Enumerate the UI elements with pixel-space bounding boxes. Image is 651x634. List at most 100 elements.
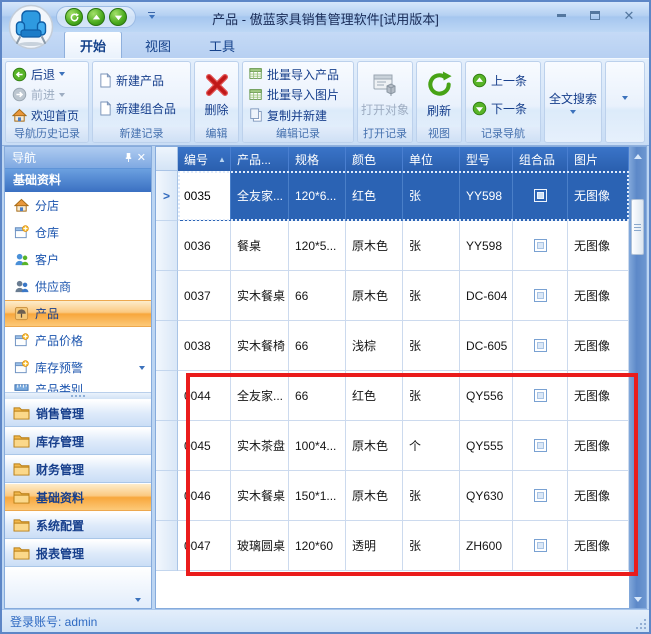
cell-combo[interactable] (513, 471, 568, 521)
sidebar-group-button[interactable]: 基础资料 (5, 483, 151, 511)
sidebar-group-button[interactable]: 财务管理 (5, 455, 151, 483)
cell-product-name[interactable]: 实木餐桌 (231, 271, 289, 321)
combo-checkbox[interactable] (534, 189, 547, 202)
title-bar[interactable]: 产品 - 傲蓝家具销售管理软件[试用版本] ✕ (2, 2, 649, 32)
sidebar-group-button[interactable]: 销售管理 (5, 399, 151, 427)
table-row[interactable]: > 0035 全友家... 120*6... 红色 张 YY598 无图像 (156, 171, 629, 221)
cell-unit[interactable]: 张 (403, 521, 460, 571)
table-row[interactable]: > 0044 全友家... 66 红色 张 QY556 无图像 (156, 371, 629, 421)
sidebar-scroll-down-icon[interactable] (139, 366, 145, 370)
cell-image[interactable]: 无图像 (568, 171, 629, 221)
cell-id[interactable]: 0036 (178, 221, 231, 271)
column-header-image[interactable]: 图片 (568, 147, 629, 171)
tab-view[interactable]: 视图 (130, 32, 186, 58)
combo-checkbox[interactable] (534, 539, 547, 552)
cell-model[interactable]: YY598 (460, 221, 513, 271)
combo-checkbox[interactable] (534, 389, 547, 402)
sidebar-item-product-prices[interactable]: 产品价格 (5, 327, 151, 354)
sidebar-splitter[interactable] (5, 392, 151, 399)
cell-model[interactable]: QY556 (460, 371, 513, 421)
scrollbar-thumb[interactable] (631, 199, 644, 255)
cell-product-name[interactable]: 实木餐椅 (231, 321, 289, 371)
cell-color[interactable]: 透明 (346, 521, 403, 571)
sidebar-group-button[interactable]: 库存管理 (5, 427, 151, 455)
sidebar-item-stock-alert[interactable]: 库存预警 (5, 354, 151, 381)
cell-product-name[interactable]: 全友家... (231, 171, 289, 221)
tab-tools[interactable]: 工具 (194, 32, 250, 58)
table-row[interactable]: > 0045 实木茶盘 100*4... 原木色 个 QY555 无图像 (156, 421, 629, 471)
cell-image[interactable]: 无图像 (568, 321, 629, 371)
batch-import-images-button[interactable]: 批量导入图片 (246, 85, 350, 104)
row-selector[interactable]: > (156, 421, 178, 471)
cell-product-name[interactable]: 实木茶盘 (231, 421, 289, 471)
cell-model[interactable]: QY630 (460, 471, 513, 521)
row-selector[interactable]: > (156, 471, 178, 521)
resize-grip[interactable] (636, 619, 646, 629)
sidebar-group-button[interactable]: 系统配置 (5, 511, 151, 539)
cell-color[interactable]: 原木色 (346, 421, 403, 471)
cell-spec[interactable]: 66 (289, 271, 346, 321)
cell-color[interactable]: 原木色 (346, 471, 403, 521)
sidebar-item-branch[interactable]: 分店 (5, 192, 151, 219)
cell-id[interactable]: 0038 (178, 321, 231, 371)
close-button[interactable]: ✕ (617, 7, 641, 23)
cell-unit[interactable]: 张 (403, 171, 460, 221)
cell-image[interactable]: 无图像 (568, 471, 629, 521)
cell-spec[interactable]: 150*1... (289, 471, 346, 521)
grid-corner-cell[interactable] (156, 147, 178, 171)
previous-record-button[interactable]: 上一条 (469, 71, 537, 90)
column-header-combo[interactable]: 组合品 (513, 147, 568, 171)
fulltext-search-dropdown-icon[interactable] (570, 110, 576, 114)
maximize-button[interactable] (583, 7, 607, 23)
cell-unit[interactable]: 张 (403, 271, 460, 321)
cell-id[interactable]: 0046 (178, 471, 231, 521)
cell-unit[interactable]: 张 (403, 321, 460, 371)
sidebar-close-icon[interactable]: ✕ (137, 151, 146, 164)
app-logo-armchair-icon[interactable] (8, 4, 54, 50)
cell-unit[interactable]: 张 (403, 221, 460, 271)
cell-color[interactable]: 红色 (346, 371, 403, 421)
delete-button[interactable]: 删除 (199, 70, 235, 120)
row-selector[interactable]: > (156, 271, 178, 321)
sidebar-item-customers[interactable]: 客户 (5, 246, 151, 273)
fulltext-search-button[interactable]: 全文搜索 (544, 88, 602, 116)
new-product-button[interactable]: 新建产品 (96, 71, 187, 90)
cell-image[interactable]: 无图像 (568, 371, 629, 421)
column-header-model[interactable]: 型号 (460, 147, 513, 171)
welcome-home-button[interactable]: 欢迎首页 (9, 106, 85, 125)
cell-unit[interactable]: 张 (403, 371, 460, 421)
cell-color[interactable]: 原木色 (346, 221, 403, 271)
cell-image[interactable]: 无图像 (568, 521, 629, 571)
cell-model[interactable]: QY555 (460, 421, 513, 471)
cell-combo[interactable] (513, 271, 568, 321)
cell-unit[interactable]: 张 (403, 471, 460, 521)
vertical-scrollbar[interactable] (629, 147, 646, 608)
sidebar-item-product-category[interactable]: 产品类别 (5, 381, 151, 392)
row-selector[interactable]: > (156, 521, 178, 571)
next-record-button[interactable]: 下一条 (469, 99, 537, 118)
cell-combo[interactable] (513, 371, 568, 421)
column-header-id[interactable]: 编号 ▲ (178, 147, 231, 171)
cell-image[interactable]: 无图像 (568, 421, 629, 471)
new-combo-button[interactable]: 新建组合品 (96, 99, 187, 118)
copy-and-new-button[interactable]: 复制并新建 (246, 106, 350, 125)
cell-id[interactable]: 0045 (178, 421, 231, 471)
scroll-down-icon[interactable] (634, 592, 642, 606)
table-row[interactable]: > 0046 实木餐桌 150*1... 原木色 张 QY630 无图像 (156, 471, 629, 521)
cell-combo[interactable] (513, 421, 568, 471)
cell-spec[interactable]: 120*60 (289, 521, 346, 571)
column-header-color[interactable]: 颜色 (346, 147, 403, 171)
column-header-spec[interactable]: 规格 (289, 147, 346, 171)
combo-checkbox[interactable] (534, 439, 547, 452)
row-selector[interactable]: > (156, 371, 178, 421)
cell-product-name[interactable]: 全友家... (231, 371, 289, 421)
cell-combo[interactable] (513, 521, 568, 571)
cell-spec[interactable]: 66 (289, 371, 346, 421)
sidebar-group-button[interactable]: 报表管理 (5, 539, 151, 567)
sidebar-collapse-chevron-icon[interactable] (135, 598, 141, 602)
forward-button[interactable]: 前进 (9, 85, 85, 104)
cell-model[interactable]: DC-605 (460, 321, 513, 371)
refresh-button[interactable]: 刷新 (420, 68, 459, 121)
cell-image[interactable]: 无图像 (568, 271, 629, 321)
sidebar-section-header[interactable]: 基础资料 (5, 168, 151, 192)
